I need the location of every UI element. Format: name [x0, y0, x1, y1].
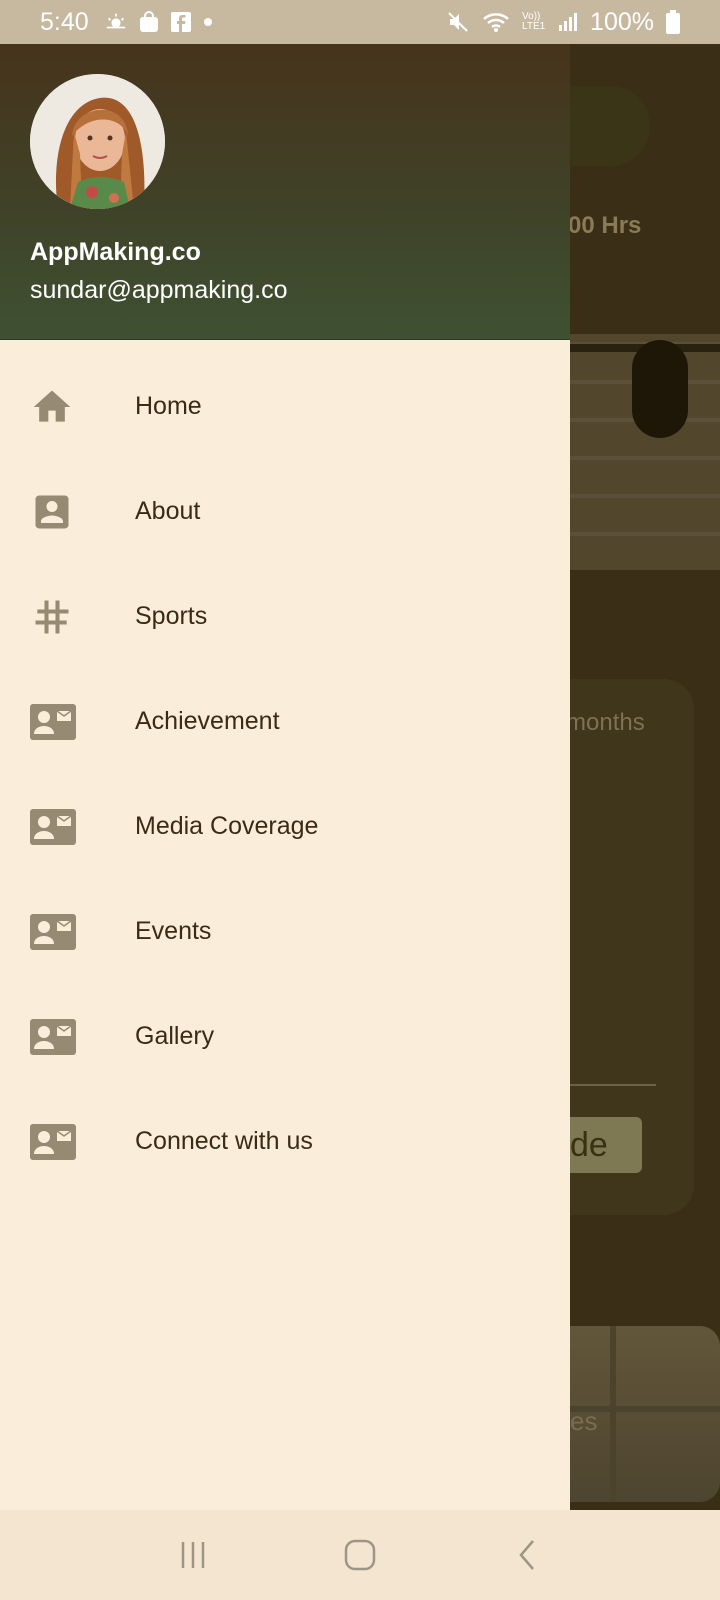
menu-item-label: Home [135, 392, 202, 420]
shopping-bag-icon [139, 11, 159, 33]
menu-item-label: Events [135, 917, 212, 945]
background-divider [560, 1084, 656, 1086]
background-card-text: es [570, 1406, 598, 1436]
menu-item-label: Sports [135, 602, 208, 630]
signal-icon [558, 12, 578, 32]
menu-item-achievement[interactable]: Achievement [0, 669, 570, 774]
contact-mail-icon [0, 807, 135, 847]
hashtag-icon [0, 595, 135, 639]
battery-percent: 100% [590, 7, 654, 36]
drawer-menu: Home About Sports Achievement Media Cove… [0, 340, 570, 1194]
contact-mail-icon [0, 1122, 135, 1162]
status-time: 5:40 [40, 7, 89, 36]
menu-item-label: About [135, 497, 201, 525]
avatar[interactable] [30, 74, 165, 209]
status-left: 5:40 [40, 8, 213, 37]
battery-icon [666, 10, 680, 34]
status-right: Vo)) LTE1 100% [446, 8, 680, 37]
menu-item-about[interactable]: About [0, 459, 570, 564]
home-button[interactable] [315, 1520, 405, 1590]
menu-item-sports[interactable]: Sports [0, 564, 570, 669]
home-icon [0, 385, 135, 429]
window-frame [610, 1326, 616, 1502]
drawer-header: AppMaking.co sundar@appmaking.co [0, 44, 570, 340]
dot-icon [203, 17, 213, 27]
user-name: AppMaking.co [30, 238, 201, 266]
menu-item-events[interactable]: Events [0, 879, 570, 984]
contact-mail-icon [0, 702, 135, 742]
background-hours: :00 Hrs [560, 212, 642, 239]
recent-apps-button[interactable] [148, 1520, 238, 1590]
background-months: months [566, 709, 645, 736]
barbell-plate [632, 340, 688, 438]
account-box-icon [0, 490, 135, 534]
status-bar: 5:40 Vo)) LTE1 100% [0, 0, 720, 44]
menu-item-media-coverage[interactable]: Media Coverage [0, 774, 570, 879]
navigation-drawer: AppMaking.co sundar@appmaking.co Home Ab… [0, 44, 570, 1510]
lte-icon: Vo)) LTE1 [522, 11, 546, 32]
mute-icon [446, 10, 470, 34]
contact-mail-icon [0, 1017, 135, 1057]
weather-icon [105, 11, 127, 33]
menu-item-gallery[interactable]: Gallery [0, 984, 570, 1089]
menu-item-label: Media Coverage [135, 812, 319, 840]
wifi-icon [482, 11, 510, 33]
menu-item-home[interactable]: Home [0, 354, 570, 459]
menu-item-label: Connect with us [135, 1127, 313, 1155]
menu-item-connect[interactable]: Connect with us [0, 1089, 570, 1194]
contact-mail-icon [0, 912, 135, 952]
system-nav-bar [0, 1510, 720, 1600]
menu-item-label: Achievement [135, 707, 280, 735]
user-email: sundar@appmaking.co [30, 276, 288, 304]
facebook-icon [170, 12, 191, 32]
back-button[interactable] [482, 1520, 572, 1590]
menu-item-label: Gallery [135, 1022, 215, 1050]
